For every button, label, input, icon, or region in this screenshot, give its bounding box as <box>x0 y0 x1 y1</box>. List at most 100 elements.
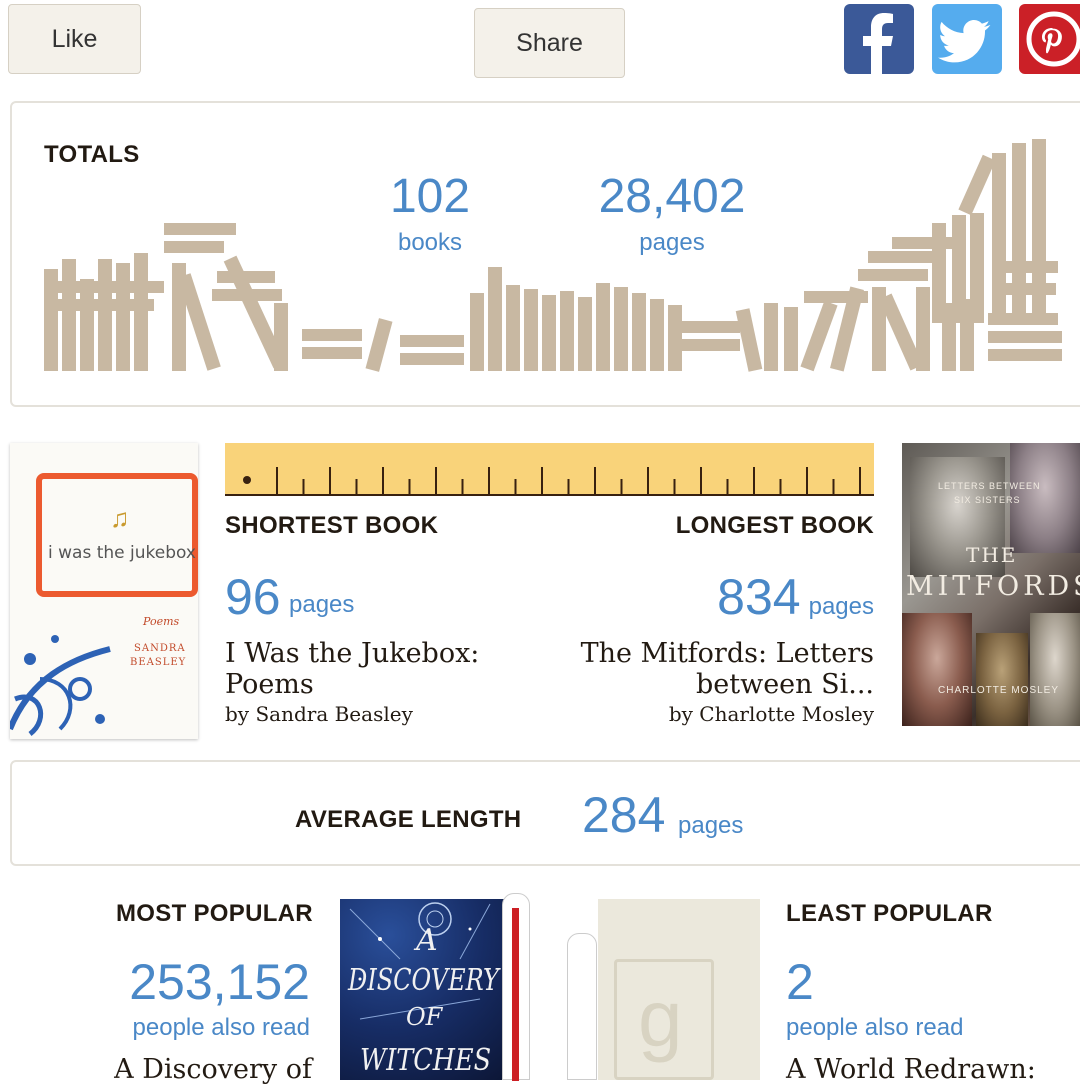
book-spine <box>868 251 932 263</box>
shortest-book-cover[interactable]: ♫ i was the jukebox Poems SANDRA BEASLEY <box>10 443 198 739</box>
least-popular-count-label: people also read <box>786 1014 964 1041</box>
book-spine <box>470 293 484 371</box>
average-heading: AVERAGE LENGTH <box>295 806 522 833</box>
book-spine <box>988 349 1062 361</box>
pinterest-share-button[interactable] <box>1019 4 1080 74</box>
shortest-book-title[interactable]: I Was the Jukebox: Poems <box>225 638 525 700</box>
book-spine <box>506 285 520 371</box>
goodreads-g-icon: g <box>638 974 683 1063</box>
longest-book-title-1[interactable]: The Mitfords: Letters <box>581 638 874 669</box>
least-popular-bar <box>567 933 597 1080</box>
cover-line-a: A <box>416 923 438 958</box>
twitter-share-button[interactable] <box>932 4 1002 74</box>
totals-card: TOTALS 102 books 28,402 pages <box>10 101 1080 407</box>
book-spine <box>62 259 76 371</box>
book-spine <box>488 267 502 371</box>
facebook-share-button[interactable] <box>844 4 914 74</box>
least-popular-heading: LEAST POPULAR <box>786 900 993 927</box>
book-spine <box>44 299 154 311</box>
book-spine <box>578 297 592 371</box>
book-spine <box>614 287 628 371</box>
average-pages-label: pages <box>678 812 744 839</box>
book-spine <box>998 261 1058 273</box>
book-spine <box>44 281 164 293</box>
book-spine <box>164 223 236 235</box>
least-popular-count: 2 <box>786 954 814 1010</box>
book-spine <box>596 283 610 371</box>
cover-subtitle: Poems <box>143 615 180 628</box>
like-button-label: Like <box>51 24 98 53</box>
longest-book-title-2[interactable]: between Si... <box>696 669 874 700</box>
facebook-icon <box>863 13 893 74</box>
book-spine <box>164 241 224 253</box>
bookshelf-illustration <box>44 139 1062 372</box>
portrait-3 <box>902 613 972 726</box>
book-spine <box>1012 143 1026 323</box>
cover-author-1: SANDRA <box>134 643 186 654</box>
book-spine <box>524 289 538 371</box>
longest-book-cover[interactable]: LETTERS BETWEEN SIX SISTERS THE MITFORDS… <box>902 443 1080 726</box>
book-spine <box>988 331 1062 343</box>
book-spine <box>992 153 1006 323</box>
longest-pages-value: 834 <box>717 569 801 625</box>
book-spine <box>302 347 362 359</box>
most-popular-book-title[interactable]: A Discovery of <box>114 1054 312 1085</box>
cover-flourish <box>10 635 111 736</box>
cover-title: i was the jukebox <box>48 543 196 563</box>
book-spine <box>992 283 1056 295</box>
cover-mitfords: MITFORDS <box>906 571 1080 602</box>
book-spine <box>858 269 928 281</box>
book-spine <box>680 321 740 333</box>
average-length-card: AVERAGE LENGTH 284 pages <box>10 760 1080 866</box>
book-spine <box>302 329 362 341</box>
book-spine <box>932 223 946 323</box>
book-spine <box>764 303 778 371</box>
book-spine <box>1032 139 1046 323</box>
book-spine <box>134 253 148 371</box>
total-books-label: books <box>397 229 463 256</box>
book-spine <box>400 335 464 347</box>
most-popular-count-label: people also read <box>132 1014 310 1041</box>
book-spine <box>650 299 664 371</box>
most-popular-book-cover[interactable]: A DISCOVERY OF WITCHES <box>340 899 504 1080</box>
book-spine <box>958 154 996 216</box>
book-spine <box>952 215 966 323</box>
most-popular-count: 253,152 <box>129 954 310 1010</box>
book-spine <box>116 263 130 371</box>
average-pages-value: 284 <box>582 787 666 843</box>
longest-heading: LONGEST BOOK <box>675 512 874 539</box>
portrait-5 <box>1030 613 1080 726</box>
shortest-book-author[interactable]: by Sandra Beasley <box>225 702 413 726</box>
most-popular-bar <box>502 893 530 1081</box>
shortest-pages-value: 96 <box>225 569 281 625</box>
share-button-label: Share <box>516 28 583 57</box>
book-spine <box>400 353 464 365</box>
cover-frame <box>36 473 198 597</box>
book-spine <box>988 313 1058 325</box>
cover-author-2: BEASLEY <box>130 657 187 668</box>
shortest-heading: SHORTEST BOOK <box>225 512 439 539</box>
least-popular-book-title[interactable]: A World Redrawn: <box>786 1054 1036 1085</box>
like-button[interactable]: Like <box>8 4 141 74</box>
cover-top-1: LETTERS BETWEEN <box>938 481 1041 491</box>
total-pages-count: 28,402 <box>598 170 746 223</box>
twitter-icon <box>938 20 991 63</box>
most-popular-heading: MOST POPULAR <box>116 900 313 927</box>
cover-line-of: OF <box>406 1003 443 1031</box>
pinterest-icon <box>1026 11 1080 67</box>
shortest-pages-label: pages <box>289 591 355 618</box>
longest-pages-label: pages <box>808 593 874 620</box>
longest-book-author[interactable]: by Charlotte Mosley <box>669 702 874 726</box>
book-spine <box>784 307 798 371</box>
share-button[interactable]: Share <box>474 8 625 78</box>
most-popular-bar-fill <box>512 908 519 1081</box>
total-pages-label: pages <box>639 229 705 256</box>
least-popular-book-cover[interactable]: g <box>598 899 760 1080</box>
book-spine <box>916 287 930 371</box>
lyre-icon: ♫ <box>110 503 130 533</box>
book-spine <box>668 305 682 371</box>
book-spine <box>680 339 740 351</box>
page-length-ruler <box>225 443 874 496</box>
cover-bottom: CHARLOTTE MOSLEY <box>938 685 1060 696</box>
cover-top-2: SIX SISTERS <box>954 495 1021 505</box>
